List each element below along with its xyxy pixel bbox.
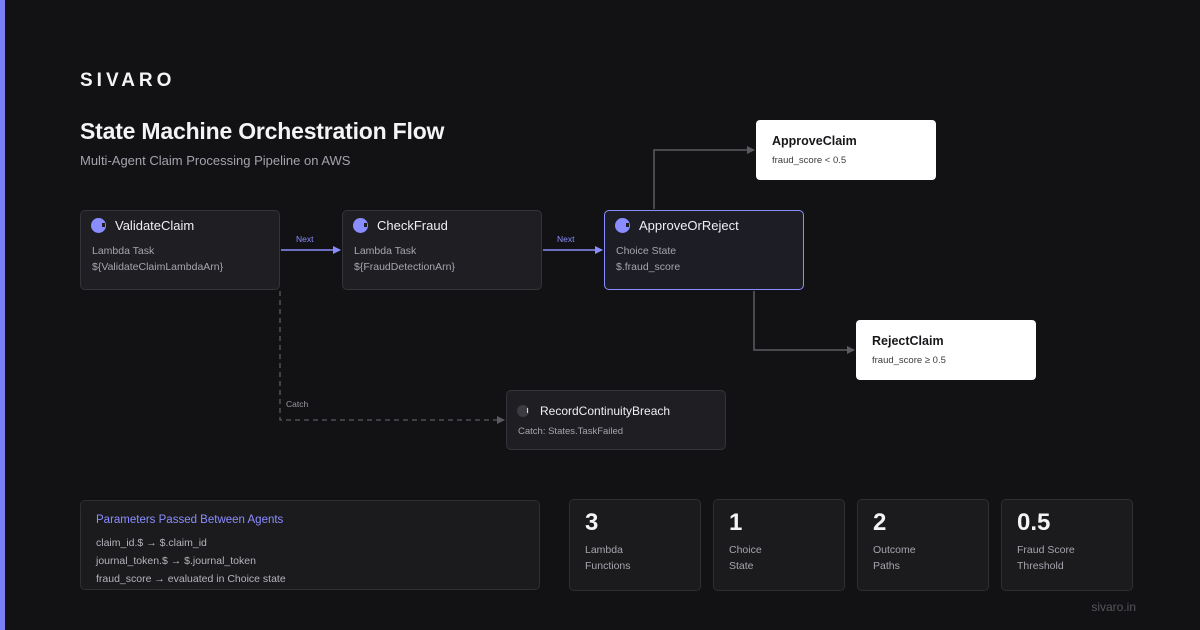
node-header: CheckFraud <box>353 218 448 233</box>
node-record-continuity-breach[interactable]: RecordContinuityBreach Catch: States.Tas… <box>506 390 726 450</box>
panel-title: Parameters Passed Between Agents <box>96 514 284 526</box>
node-title: ApproveOrReject <box>639 218 739 233</box>
node-resource: ${FraudDetectionArn} <box>354 261 455 273</box>
node-approve-or-reject[interactable]: ApproveOrReject Choice State $.fraud_sco… <box>604 210 804 290</box>
node-catch-rule: Catch: States.TaskFailed <box>518 426 624 437</box>
edge-catch-to-breach <box>279 291 505 424</box>
node-resource: ${ValidateClaimLambdaArn} <box>92 261 224 273</box>
stat-card-outcome-paths: 2 Outcome Paths <box>857 499 989 591</box>
node-type: Lambda Task <box>92 245 155 257</box>
choice-icon <box>615 218 630 233</box>
node-header: ApproveOrReject <box>615 218 739 233</box>
parameter-line: claim_id.$ → $.claim_id <box>96 537 207 549</box>
edge-choice-to-approve <box>653 146 755 209</box>
alert-icon <box>517 405 529 417</box>
node-title: CheckFraud <box>377 218 448 233</box>
node-title: RejectClaim <box>872 334 944 348</box>
stat-card-fraud-threshold: 0.5 Fraud Score Threshold <box>1001 499 1133 591</box>
node-approve-claim[interactable]: ApproveClaim fraud_score < 0.5 <box>756 120 936 180</box>
edge-choice-to-reject <box>753 291 855 354</box>
node-title: ValidateClaim <box>115 218 195 233</box>
parameter-line: fraud_score → evaluated in Choice state <box>96 573 286 585</box>
node-title: ApproveClaim <box>772 134 857 148</box>
lambda-icon <box>353 218 368 233</box>
node-input-path: $.fraud_score <box>616 261 681 273</box>
stat-card-lambda-functions: 3 Lambda Functions <box>569 499 701 591</box>
node-condition: fraud_score < 0.5 <box>772 155 847 166</box>
edge-label-next: Next <box>296 234 314 244</box>
parameters-panel: Parameters Passed Between Agents claim_i… <box>80 500 540 590</box>
stat-value: 1 <box>729 509 743 536</box>
node-title: RecordContinuityBreach <box>540 404 671 418</box>
stat-card-choice-state: 1 Choice State <box>713 499 845 591</box>
node-type: Lambda Task <box>354 245 417 257</box>
stat-label: Fraud Score Threshold <box>1017 544 1075 572</box>
node-reject-claim[interactable]: RejectClaim fraud_score ≥ 0.5 <box>856 320 1036 380</box>
parameter-line: journal_token.$ → $.journal_token <box>96 555 256 567</box>
node-condition: fraud_score ≥ 0.5 <box>872 355 946 366</box>
lambda-icon <box>91 218 106 233</box>
stat-label: Outcome Paths <box>873 544 916 572</box>
stat-value: 2 <box>873 509 887 536</box>
edge-label-catch: Catch <box>286 399 309 409</box>
stat-label: Choice State <box>729 544 762 572</box>
stat-value: 0.5 <box>1017 509 1051 536</box>
node-type: Choice State <box>616 245 677 257</box>
stat-value: 3 <box>585 509 599 536</box>
node-header: RecordContinuityBreach <box>517 404 670 418</box>
node-validate-claim[interactable]: ValidateClaim Lambda Task ${ValidateClai… <box>80 210 280 290</box>
node-header: ValidateClaim <box>91 218 194 233</box>
node-check-fraud[interactable]: CheckFraud Lambda Task ${FraudDetectionA… <box>342 210 542 290</box>
stat-label: Lambda Functions <box>585 544 631 572</box>
footer-url: sivaro.in <box>1091 600 1136 614</box>
edge-label-next: Next <box>557 234 575 244</box>
